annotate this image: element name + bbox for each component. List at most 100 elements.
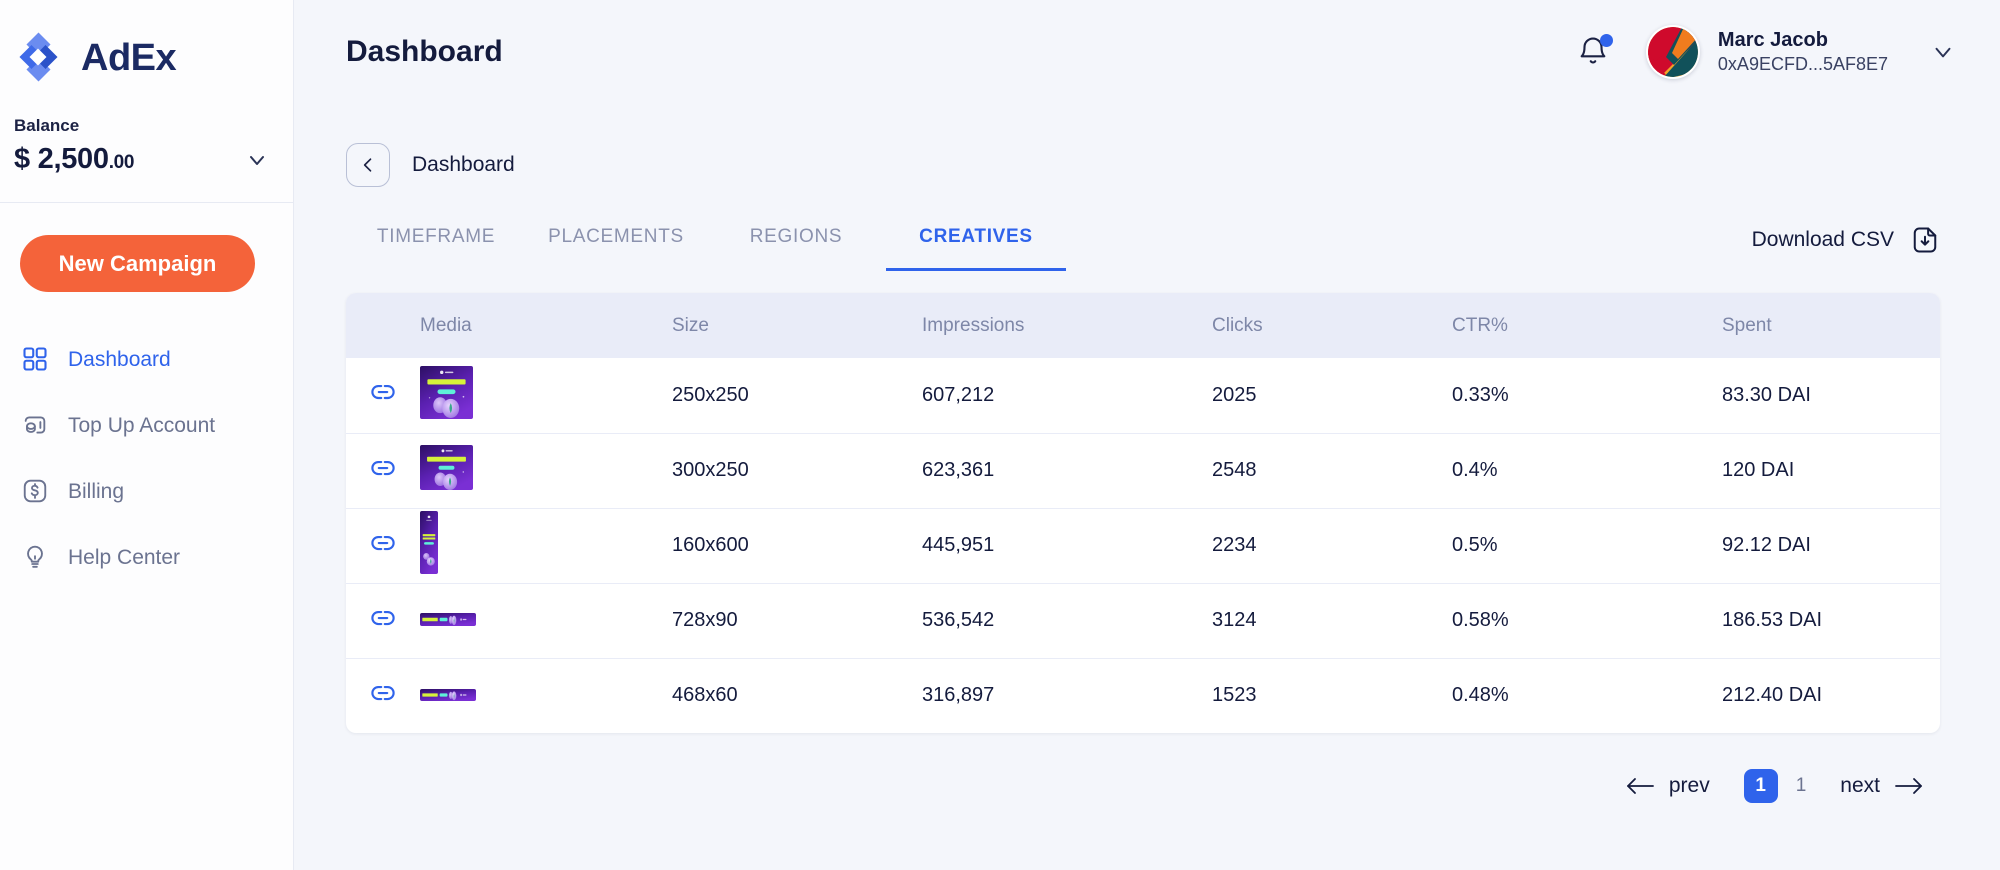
app-root: AdEx Balance $ 2,500.00 New Campaign <box>0 0 2000 870</box>
sidebar-item-top-up-account[interactable]: Top Up Account <box>0 402 293 448</box>
user-name: Marc Jacob <box>1718 28 1888 53</box>
table-row[interactable]: 160x600 445,951 2234 0.5% 92.12 DAI <box>346 508 1940 583</box>
cell-spent: 120 DAI <box>1722 433 1940 508</box>
pagination-next-button[interactable]: next <box>1824 774 1940 798</box>
cell-impressions: 536,542 <box>922 583 1212 658</box>
tab-regions[interactable]: REGIONS <box>706 226 886 271</box>
balance-row[interactable]: $ 2,500.00 <box>14 143 275 176</box>
new-campaign-button[interactable]: New Campaign <box>20 235 255 292</box>
balance-currency: $ <box>14 143 30 175</box>
cell-impressions: 445,951 <box>922 508 1212 583</box>
sidebar: AdEx Balance $ 2,500.00 New Campaign <box>0 0 294 870</box>
table-row[interactable]: 728x90 536,542 3124 0.58% 186.53 DAI <box>346 583 1940 658</box>
cell-link <box>346 358 420 433</box>
cell-size: 160x600 <box>672 508 922 583</box>
back-button[interactable] <box>346 143 390 187</box>
sidebar-item-label: Help Center <box>68 547 180 568</box>
lightbulb-icon <box>20 542 50 572</box>
balance-label: Balance <box>14 116 275 136</box>
brand-block: AdEx <box>0 0 293 86</box>
sidebar-item-help-center[interactable]: Help Center <box>0 534 293 580</box>
cell-size: 300x250 <box>672 433 922 508</box>
table-body: 250x250 607,212 2025 0.33% 83.30 DAI <box>346 358 1940 733</box>
main-area: Dashboard <box>294 0 2000 870</box>
tab-creatives[interactable]: CREATIVES <box>886 226 1066 271</box>
brand-name: AdEx <box>81 37 176 80</box>
balance-chevron-down-icon[interactable] <box>245 148 275 172</box>
wallet-cash-icon <box>20 410 50 440</box>
cell-ctr: 0.5% <box>1452 508 1722 583</box>
col-header-impressions: Impressions <box>922 293 1212 358</box>
pagination-current-page[interactable]: 1 <box>1744 769 1778 803</box>
arrow-left-icon <box>1625 776 1655 796</box>
cell-link <box>346 508 420 583</box>
cell-clicks: 2234 <box>1212 508 1452 583</box>
user-meta: Marc Jacob 0xA9ECFD...5AF8E7 <box>1718 28 1888 76</box>
cell-clicks: 2025 <box>1212 358 1452 433</box>
tab-placements[interactable]: PLACEMENTS <box>526 226 706 271</box>
table-row[interactable]: 300x250 623,361 2548 0.4% 120 DAI <box>346 433 1940 508</box>
table-row[interactable]: 250x250 607,212 2025 0.33% 83.30 DAI <box>346 358 1940 433</box>
link-icon[interactable] <box>368 453 398 483</box>
creative-thumbnail[interactable] <box>420 445 473 490</box>
creative-thumbnail[interactable] <box>420 689 476 701</box>
pagination-total-pages: 1 <box>1796 775 1807 797</box>
cell-impressions: 623,361 <box>922 433 1212 508</box>
creative-thumbnail[interactable] <box>420 366 473 419</box>
breadcrumb-label: Dashboard <box>412 153 515 177</box>
cell-media <box>420 358 672 433</box>
cell-link <box>346 433 420 508</box>
pagination-prev-button[interactable]: prev <box>1609 774 1726 798</box>
balance-cents: .00 <box>109 152 135 173</box>
wallet-identicon-avatar <box>1646 25 1700 79</box>
brand-logo-link[interactable]: AdEx <box>14 30 293 86</box>
adex-diamond-logo-icon <box>14 30 70 86</box>
balance-block: Balance $ 2,500.00 <box>0 86 293 203</box>
table-header-row: Media Size Impressions Clicks CTR% Spent <box>346 293 1940 358</box>
cell-ctr: 0.33% <box>1452 358 1722 433</box>
user-wallet-address: 0xA9ECFD...5AF8E7 <box>1718 53 1888 76</box>
cell-media <box>420 433 672 508</box>
cell-size: 468x60 <box>672 658 922 733</box>
cell-impressions: 316,897 <box>922 658 1212 733</box>
cell-impressions: 607,212 <box>922 358 1212 433</box>
table-head: Media Size Impressions Clicks CTR% Spent <box>346 293 1940 358</box>
cell-spent: 212.40 DAI <box>1722 658 1940 733</box>
sidebar-item-label: Billing <box>68 481 124 502</box>
dollar-square-icon <box>20 476 50 506</box>
link-icon[interactable] <box>368 678 398 708</box>
user-chevron-down-icon[interactable] <box>1930 39 1956 65</box>
content: Dashboard TIMEFRAME PLACEMENTS REGIONS C… <box>294 104 2000 870</box>
balance-amount: $ 2,500.00 <box>14 143 134 176</box>
file-download-icon <box>1910 225 1940 255</box>
link-icon[interactable] <box>368 528 398 558</box>
cell-link <box>346 658 420 733</box>
creative-thumbnail[interactable] <box>420 511 438 574</box>
col-header-link <box>346 293 420 358</box>
pagination-next-label: next <box>1840 774 1880 798</box>
download-csv-button[interactable]: Download CSV <box>1752 225 1940 271</box>
sidebar-item-label: Top Up Account <box>68 415 215 436</box>
notification-bell-icon[interactable] <box>1576 35 1610 69</box>
creatives-table: Media Size Impressions Clicks CTR% Spent <box>346 293 1940 733</box>
cell-media <box>420 508 672 583</box>
pagination: prev 1 1 next <box>346 733 1940 803</box>
cell-ctr: 0.48% <box>1452 658 1722 733</box>
cell-clicks: 1523 <box>1212 658 1452 733</box>
sidebar-item-billing[interactable]: Billing <box>0 468 293 514</box>
cell-size: 728x90 <box>672 583 922 658</box>
tabs: TIMEFRAME PLACEMENTS REGIONS CREATIVES <box>346 226 1066 271</box>
link-icon[interactable] <box>368 377 398 407</box>
cell-media <box>420 583 672 658</box>
cell-spent: 83.30 DAI <box>1722 358 1940 433</box>
tab-timeframe[interactable]: TIMEFRAME <box>346 226 526 271</box>
pagination-prev-label: prev <box>1669 774 1710 798</box>
link-icon[interactable] <box>368 603 398 633</box>
table-row[interactable]: 468x60 316,897 1523 0.48% 212.40 DAI <box>346 658 1940 733</box>
col-header-media: Media <box>420 293 672 358</box>
creative-thumbnail[interactable] <box>420 613 476 626</box>
cell-clicks: 3124 <box>1212 583 1452 658</box>
sidebar-item-dashboard[interactable]: Dashboard <box>0 336 293 382</box>
user-menu[interactable]: Marc Jacob 0xA9ECFD...5AF8E7 <box>1646 25 1956 79</box>
topbar: Dashboard <box>294 0 2000 104</box>
